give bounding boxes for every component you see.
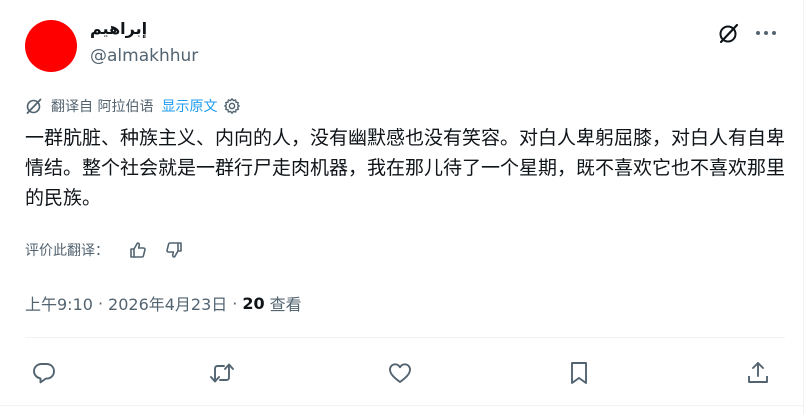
tweet-text: 一群肮脏、种族主义、内向的人，没有幽默感也没有笑容。对白人卑躬屈膝，对白人有自卑… xyxy=(25,127,786,209)
translation-notice: 翻译自 阿拉伯语 显示原文 xyxy=(25,96,241,116)
show-original-link[interactable]: 显示原文 xyxy=(161,96,217,116)
thumbs-down-button[interactable] xyxy=(163,239,185,261)
bottom-divider xyxy=(0,405,804,406)
bookmark-icon xyxy=(567,360,591,386)
thumbs-up-icon xyxy=(130,242,146,258)
reply-icon xyxy=(31,360,57,386)
reply-button[interactable] xyxy=(30,359,58,387)
share-icon xyxy=(746,360,770,386)
bookmark-button[interactable] xyxy=(565,359,593,387)
views-label: 查看 xyxy=(269,295,302,314)
display-name[interactable]: إبراهيم xyxy=(90,19,147,38)
share-button[interactable] xyxy=(744,359,772,387)
avatar[interactable] xyxy=(25,20,77,72)
meta-separator: · xyxy=(232,293,238,313)
translate-icon xyxy=(25,97,43,115)
translation-settings-button[interactable] xyxy=(223,97,241,115)
thumbs-up-button[interactable] xyxy=(127,239,149,261)
more-icon xyxy=(755,30,777,36)
meta-separator: · xyxy=(97,293,104,313)
grok-button[interactable] xyxy=(716,20,742,46)
like-icon xyxy=(387,360,413,386)
grok-icon xyxy=(717,21,741,45)
tweet-meta: 上午9:10 · 2026年4月23日 · 20 查看 xyxy=(25,291,302,315)
divider xyxy=(25,337,785,338)
retweet-icon xyxy=(208,360,236,386)
rate-translation: 评价此翻译： xyxy=(25,239,185,261)
thumbs-down-icon xyxy=(166,242,182,258)
tweet-date[interactable]: 2026年4月23日 xyxy=(108,291,227,315)
tweet-time[interactable]: 上午9:10 xyxy=(25,291,93,315)
views-count: 20 xyxy=(242,293,265,313)
translation-label: 翻译自 阿拉伯语 xyxy=(51,99,154,115)
retweet-button[interactable] xyxy=(208,359,236,387)
rate-translation-label: 评价此翻译： xyxy=(25,243,109,259)
user-handle[interactable]: @almakhhur xyxy=(90,46,198,66)
more-button[interactable] xyxy=(752,22,780,44)
like-button[interactable] xyxy=(386,359,414,387)
gear-icon xyxy=(224,98,241,114)
tweet-card: إبراهيم @almakhhur 翻译自 阿拉伯语 显示原文 一群肮脏、种族… xyxy=(0,0,804,414)
